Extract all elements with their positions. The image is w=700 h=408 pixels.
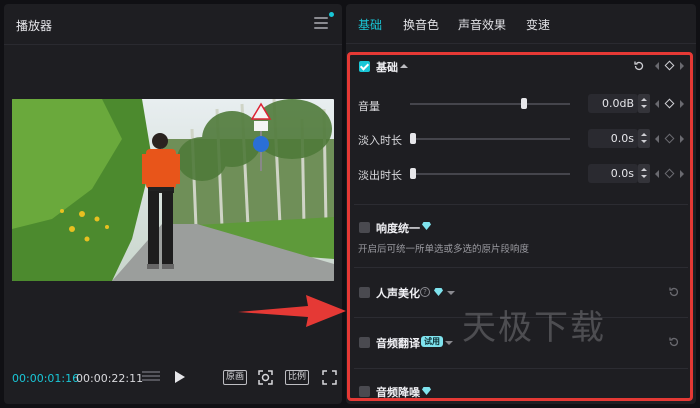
fade-out-stepper[interactable] [638, 164, 650, 183]
notification-dot [329, 12, 334, 17]
premium-gem-icon [422, 222, 431, 230]
focus-icon[interactable] [258, 370, 273, 385]
fade-out-next-keyframe-icon[interactable] [680, 170, 684, 178]
volume-prev-keyframe-icon[interactable] [655, 100, 659, 108]
player-panel: 播放器 00:00:01:16 00:00:22:11 原画 比例 [4, 4, 342, 404]
current-timecode: 00:00:01:16 [12, 372, 80, 385]
basic-checkbox[interactable] [359, 61, 370, 72]
video-preview[interactable] [12, 99, 334, 281]
annotation-arrow [238, 295, 346, 327]
premium-gem-icon [434, 288, 443, 296]
section-divider [354, 267, 688, 268]
volume-slider[interactable] [410, 98, 570, 109]
audio-translate-title: 音频翻译 [376, 337, 420, 350]
denoise-title: 音频降噪 [376, 386, 420, 399]
reset-icon[interactable] [668, 286, 680, 298]
volume-next-keyframe-icon[interactable] [680, 100, 684, 108]
volume-slider-knob[interactable] [520, 98, 527, 109]
expand-caret-icon[interactable] [445, 341, 453, 345]
tab-bar: 基础 换音色 声音效果 变速 [346, 4, 696, 44]
section-divider [354, 204, 688, 205]
loudness-checkbox[interactable] [359, 222, 370, 233]
fade-in-label: 淡入时长 [358, 134, 402, 147]
next-keyframe-icon[interactable] [680, 62, 684, 70]
collapse-caret-icon[interactable] [400, 64, 408, 68]
trial-badge: 试用 [421, 336, 443, 347]
denoise-checkbox[interactable] [359, 386, 370, 397]
section-divider [354, 368, 688, 369]
audio-translate-checkbox[interactable] [359, 337, 370, 348]
header-divider [4, 44, 342, 45]
tab-speed[interactable]: 变速 [526, 16, 550, 33]
reset-icon[interactable] [633, 60, 645, 72]
fade-in-next-keyframe-icon[interactable] [680, 135, 684, 143]
fade-out-value-input[interactable]: 0.0s [588, 164, 638, 183]
fade-out-slider-knob[interactable] [410, 168, 416, 179]
fade-in-slider-knob[interactable] [410, 133, 416, 144]
voice-beautify-checkbox[interactable] [359, 287, 370, 298]
play-icon[interactable] [175, 371, 185, 383]
help-icon[interactable]: ? [420, 287, 430, 297]
loudness-title: 响度统一 [376, 222, 420, 235]
volume-value-input[interactable]: 0.0dB [588, 94, 638, 113]
volume-stepper[interactable] [638, 94, 650, 113]
fade-in-value-input[interactable]: 0.0s [588, 129, 638, 148]
aspect-ratio-button[interactable]: 比例 [285, 370, 309, 385]
menu-icon[interactable] [314, 17, 328, 29]
fade-out-label: 淡出时长 [358, 169, 402, 182]
fullscreen-icon[interactable] [322, 370, 337, 385]
total-timecode: 00:00:22:11 [76, 372, 144, 385]
expand-caret-icon[interactable] [447, 291, 455, 295]
voice-beautify-title: 人声美化 [376, 287, 420, 300]
fade-in-stepper[interactable] [638, 129, 650, 148]
tab-basic[interactable]: 基础 [358, 16, 382, 33]
fade-out-slider[interactable] [410, 168, 570, 179]
fade-in-prev-keyframe-icon[interactable] [655, 135, 659, 143]
loudness-description: 开启后可统一所单选或多选的原片段响度 [358, 244, 530, 255]
volume-label: 音量 [358, 100, 380, 113]
reset-icon[interactable] [668, 336, 680, 348]
tab-voice-change[interactable]: 换音色 [403, 16, 439, 33]
timeline-grid-icon[interactable] [142, 371, 160, 384]
tab-sound-effects[interactable]: 声音效果 [458, 16, 506, 33]
watermark: 天极下载 [462, 308, 606, 348]
original-quality-button[interactable]: 原画 [223, 370, 247, 385]
fade-in-slider[interactable] [410, 133, 570, 144]
prev-keyframe-icon[interactable] [655, 62, 659, 70]
premium-gem-icon [422, 387, 431, 395]
player-title: 播放器 [16, 19, 53, 33]
basic-section-title: 基础 [376, 61, 398, 74]
fade-out-prev-keyframe-icon[interactable] [655, 170, 659, 178]
